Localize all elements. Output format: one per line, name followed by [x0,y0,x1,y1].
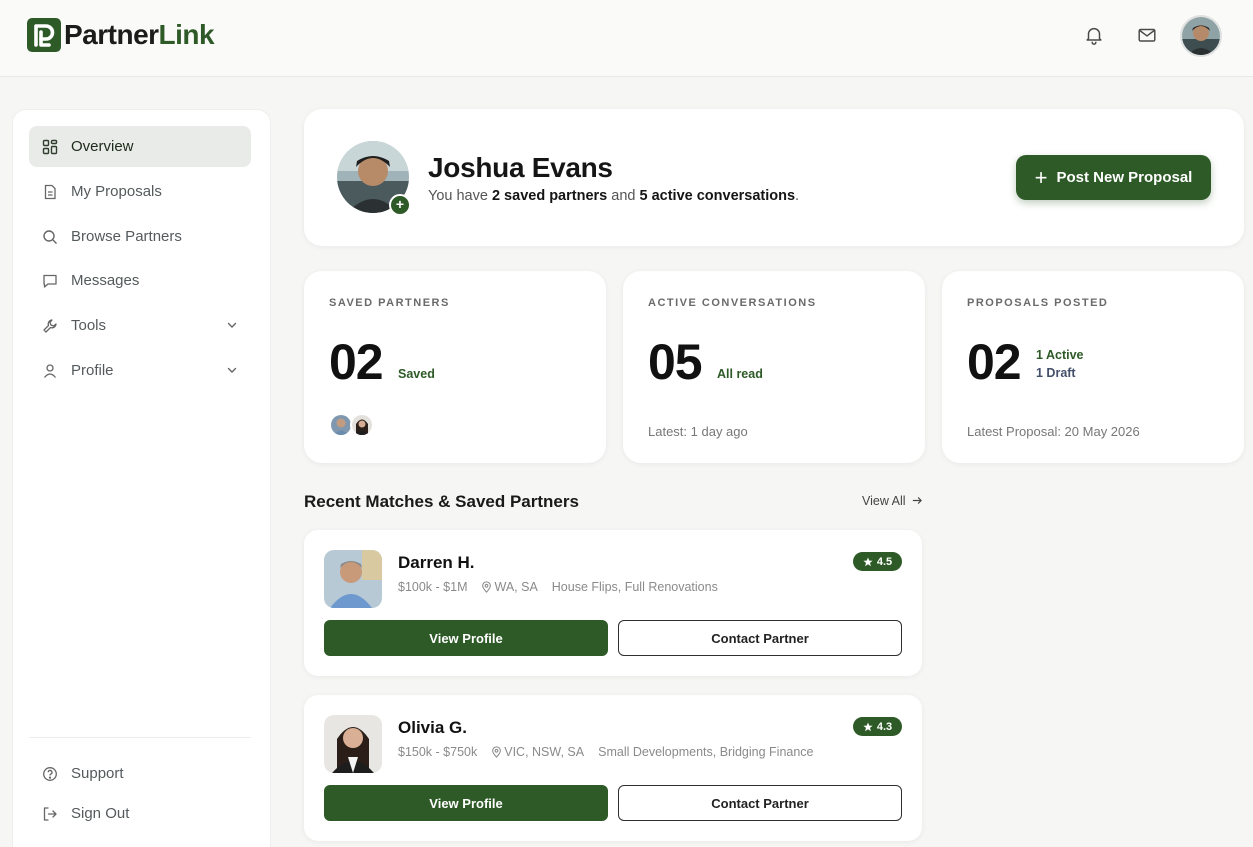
map-pin-icon [481,581,492,593]
arrow-right-icon [912,495,923,509]
sidebar-item-label: Profile [71,362,114,379]
avatar [350,413,374,437]
sidebar-item-sign-out[interactable]: Sign Out [29,793,251,834]
star-icon [863,722,873,732]
stat-unit: All read [717,367,763,381]
partner-photo[interactable] [324,550,382,608]
partner-budget: $150k - $750k [398,745,478,759]
add-photo-button[interactable]: + [389,194,411,216]
stat-label: SAVED PARTNERS [329,297,450,309]
map-pin-icon [491,746,502,758]
grid-icon [41,138,59,156]
sidebar-item-label: Sign Out [71,805,130,822]
sidebar-item-my-proposals[interactable]: My Proposals [29,171,251,212]
post-new-proposal-label: Post New Proposal [1056,169,1193,186]
plus-icon: + [1034,164,1048,190]
stat-label: ACTIVE CONVERSATIONS [648,297,817,309]
chevron-down-icon [225,363,239,377]
partner-card: Darren H. $100k - $1M WA, SA House Flips… [304,530,922,676]
sidebar-item-tools[interactable]: Tools [29,305,251,346]
summary-mid: and [607,188,640,204]
mail-icon[interactable] [1136,24,1158,46]
partner-name: Darren H. [398,553,475,572]
logo[interactable]: PartnerLink [27,18,215,52]
sign-out-icon [41,805,59,823]
partner-photo[interactable] [324,715,382,773]
brand-name-part1: Partner [64,19,159,50]
contact-partner-button[interactable]: Contact Partner [618,785,902,821]
user-name: Joshua Evans [428,152,613,183]
document-icon [41,183,59,201]
sidebar-item-profile[interactable]: Profile [29,350,251,391]
sidebar-item-label: Browse Partners [71,228,182,245]
search-icon [41,228,59,246]
partner-location: WA, SA [494,580,538,594]
sidebar-item-label: My Proposals [71,183,162,200]
partner-meta: $150k - $750k VIC, NSW, SA Small Develop… [398,745,814,759]
rating-value: 4.3 [876,720,893,733]
bell-icon[interactable] [1083,24,1105,46]
stat-value: 02 [967,334,1022,390]
sidebar: Overview My Proposals Browse Partners Me… [12,109,271,847]
user-avatar[interactable] [1180,15,1222,57]
sidebar-item-label: Tools [71,317,107,334]
stat-unit: Saved [398,367,435,381]
view-profile-button[interactable]: View Profile [324,785,608,821]
stat-footer: Latest Proposal: 20 May 2026 [967,424,1140,439]
chevron-down-icon [225,318,239,332]
partner-focus: House Flips, Full Renovations [551,580,718,594]
stat-unit-draft: 1 Draft [1036,366,1076,380]
chat-icon [41,272,59,290]
active-conversations-count: 5 active conversations [639,188,796,204]
view-all-label: View All [862,494,906,508]
sidebar-divider [29,737,251,738]
welcome-summary: You have 2 saved partners and 5 active c… [428,188,799,204]
stat-value: 05 [648,334,703,390]
partner-name: Olivia G. [398,718,467,737]
sidebar-item-browse-partners[interactable]: Browse Partners [29,216,251,257]
saved-partners-card[interactable]: SAVED PARTNERS 02 Saved [304,271,606,463]
rating-value: 4.5 [876,555,893,568]
sidebar-item-label: Support [71,765,124,782]
partner-budget: $100k - $1M [398,580,468,594]
sidebar-item-label: Messages [71,272,140,289]
active-conversations-card[interactable]: ACTIVE CONVERSATIONS 05 All read Latest:… [623,271,925,463]
star-icon [863,557,873,567]
rating-badge: 4.3 [853,717,902,736]
summary-prefix: You have [428,188,492,204]
user-icon [41,362,59,380]
brand-name-part2: Link [158,19,215,50]
stat-label: PROPOSALS POSTED [967,297,1109,309]
logo-mark-icon [27,18,61,52]
sidebar-item-messages[interactable]: Messages [29,260,251,301]
brand-name: PartnerLink [64,19,215,51]
rating-badge: 4.5 [853,552,902,571]
partner-card: Olivia G. $150k - $750k VIC, NSW, SA Sma… [304,695,922,841]
section-title: Recent Matches & Saved Partners [304,492,579,511]
sidebar-item-label: Overview [71,138,134,155]
top-bar: PartnerLink [0,0,1253,77]
partner-location: VIC, NSW, SA [504,745,585,759]
stat-unit-active: 1 Active [1036,348,1084,362]
partner-meta: $100k - $1M WA, SA House Flips, Full Ren… [398,580,718,594]
help-icon [41,765,59,783]
view-all-link[interactable]: View All [862,494,923,509]
sidebar-item-support[interactable]: Support [29,753,251,794]
sidebar-item-overview[interactable]: Overview [29,126,251,167]
view-profile-button[interactable]: View Profile [324,620,608,656]
welcome-card: + Joshua Evans You have 2 saved partners… [304,109,1244,246]
contact-partner-button[interactable]: Contact Partner [618,620,902,656]
proposals-posted-card[interactable]: PROPOSALS POSTED 02 1 Active 1 Draft Lat… [942,271,1244,463]
post-new-proposal-button[interactable]: + Post New Proposal [1016,155,1211,200]
wrench-icon [41,317,59,335]
partner-focus: Small Developments, Bridging Finance [598,745,814,759]
stat-value: 02 [329,334,384,390]
stat-footer: Latest: 1 day ago [648,424,748,439]
summary-suffix: . [795,188,800,204]
saved-partners-count: 2 saved partners [491,188,608,204]
